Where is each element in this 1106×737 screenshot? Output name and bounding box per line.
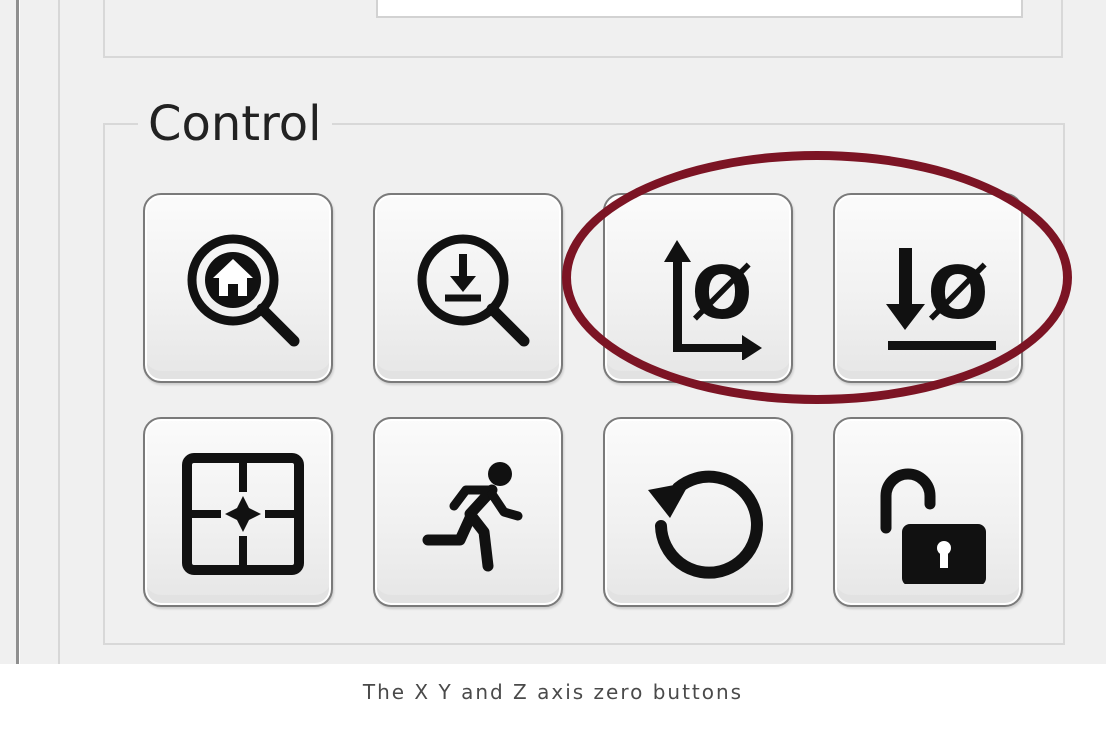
run-button[interactable] bbox=[373, 417, 563, 607]
z-zero-button[interactable]: Ø bbox=[833, 193, 1023, 383]
upper-text-field[interactable] bbox=[376, 0, 1023, 18]
reset-icon bbox=[648, 470, 763, 579]
probe-search-icon bbox=[417, 234, 530, 347]
application-window: Control Ø Ø bbox=[0, 0, 1106, 664]
z-zero-icon: Ø bbox=[886, 248, 996, 350]
home-search-icon bbox=[187, 234, 300, 347]
probe-button[interactable] bbox=[373, 193, 563, 383]
xy-zero-glyph: Ø bbox=[691, 251, 752, 335]
z-zero-glyph: Ø bbox=[927, 251, 988, 335]
xy-zero-icon: Ø bbox=[664, 240, 762, 360]
panel-divider bbox=[58, 0, 60, 664]
crosshair-button[interactable] bbox=[143, 417, 333, 607]
running-man-icon bbox=[422, 462, 523, 572]
control-group-title: Control bbox=[138, 94, 332, 154]
reset-button[interactable] bbox=[603, 417, 793, 607]
unlock-button[interactable] bbox=[833, 417, 1023, 607]
unlock-icon bbox=[880, 468, 986, 584]
xy-zero-button[interactable]: Ø bbox=[603, 193, 793, 383]
window-edge-highlight bbox=[19, 0, 20, 664]
crosshair-target-icon bbox=[182, 453, 304, 575]
home-button[interactable] bbox=[143, 193, 333, 383]
figure-caption: The X Y and Z axis zero buttons bbox=[362, 680, 744, 704]
